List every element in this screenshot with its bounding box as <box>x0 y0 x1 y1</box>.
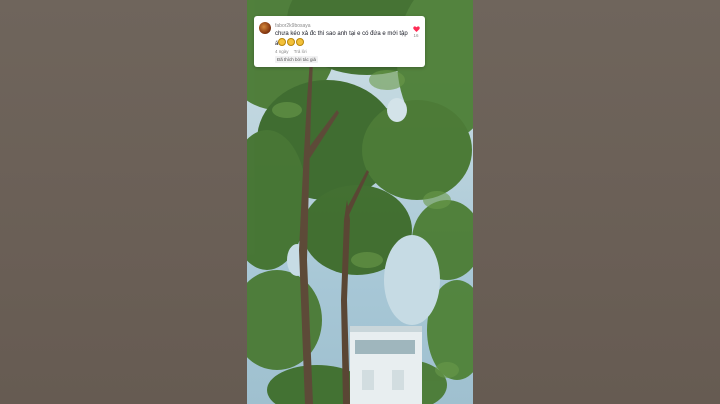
comment-text: chưa kéo xả đc thì sao anh tại e có đứa … <box>275 30 410 48</box>
reply-link[interactable]: Trả lời <box>294 49 307 54</box>
emoji-group <box>278 38 305 48</box>
comment-body: chưa kéo xả đc thì sao anh tại e có đứa … <box>275 31 408 37</box>
avatar[interactable] <box>259 22 271 34</box>
creator-liked-badge: Đã thích bởi tác giả <box>275 56 318 63</box>
laughing-face-icon <box>287 38 296 46</box>
heart-icon[interactable] <box>412 26 420 32</box>
comment-card[interactable]: fabor2k9bosaya chưa kéo xả đc thì sao an… <box>254 16 425 67</box>
laughing-face-icon <box>296 38 305 46</box>
laughing-face-icon <box>278 38 287 46</box>
left-blur-panel <box>0 0 247 404</box>
like-button[interactable]: 16 <box>412 26 420 38</box>
comment-time: 4 ngày <box>275 49 289 54</box>
building <box>350 326 422 404</box>
right-blur-panel <box>473 0 720 404</box>
comment-meta: 4 ngày Trả lời <box>275 49 307 54</box>
comment-username[interactable]: fabor2k9bosaya <box>275 23 311 29</box>
like-count: 16 <box>413 33 419 38</box>
